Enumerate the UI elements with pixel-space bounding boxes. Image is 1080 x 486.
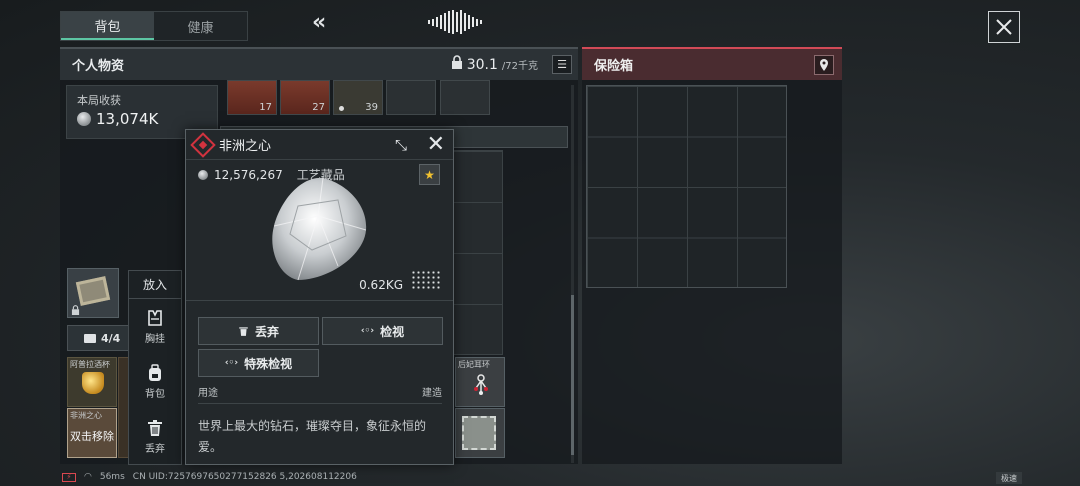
safe-grid[interactable] [586,85,787,288]
item-description: 世界上最大的钻石，璀璨夺目，象征永恒的爱。 [198,419,427,454]
size-grid-icon [411,270,441,290]
diamond-image [272,177,367,281]
scrollbar[interactable] [571,85,574,463]
bag-count: 4/4 [67,325,129,351]
put-backpack-button[interactable]: 背包 [129,354,181,409]
circuit-board-icon [462,416,496,450]
usage-row: 用途 建造 [198,384,442,404]
put-vest-button[interactable]: 胸挂 [129,299,181,354]
weight-current: 30.1 [466,57,498,73]
collapse-left-icon[interactable]: « [312,10,326,35]
tab-health[interactable]: 健康 [154,12,247,40]
collapse-arrows-icon[interactable]: ⤡ [395,136,407,154]
scrollbar-thumb[interactable] [571,295,574,455]
container-grid[interactable] [453,150,503,355]
inventory-slot[interactable]: 17 [227,80,277,115]
trash-icon [148,419,162,436]
put-into-menu: 放入 胸挂 背包 丢弃 [128,270,182,465]
safe-header: 保险箱 [582,47,842,80]
chip-icon [75,276,111,306]
item-heart-selected[interactable]: 非洲之心 双击移除 [67,408,117,458]
voice-wave-icon[interactable] [428,10,486,34]
double-click-remove: 双击移除 [70,430,114,443]
divider [186,300,453,301]
favorite-star-button[interactable]: ★ [419,164,440,185]
list-icon: ☰ [557,58,567,71]
item-name: 非洲之心 [70,411,102,420]
usage-value: 建造 [422,388,442,399]
tab-backpack[interactable]: 背包 [61,12,154,40]
earring-icon [474,374,488,395]
item-earring[interactable]: 后妃耳环 [455,357,505,407]
close-icon[interactable]: ✕ [427,133,445,157]
slot-count: 17 [259,102,272,113]
coin-icon [77,112,91,126]
inspect-icon: ‹◦› [360,326,375,336]
menu-item-label: 背包 [145,388,165,400]
backpack-icon [149,363,161,381]
trash-icon [239,327,248,336]
safe-title: 保险箱 [594,59,634,74]
inspect-button[interactable]: ‹◦› 检视 [322,317,443,345]
star-icon: ★ [424,167,435,182]
item-name: 后妃耳环 [458,360,490,369]
harvest-label: 本局收获 [77,94,121,107]
close-icon [996,19,1012,35]
vest-icon [148,309,162,326]
lock-icon [451,55,462,69]
wifi-icon: ◠ [84,472,92,482]
inspect-label: 检视 [380,324,405,339]
dot-icon [339,106,344,111]
lock-icon [71,305,80,315]
menu-item-label: 胸挂 [145,333,165,345]
location-pin-icon [820,59,828,71]
item-title: 非洲之心 [219,139,272,154]
inventory-slot-empty[interactable] [440,80,490,115]
discard-button[interactable]: 丢弃 [198,317,319,345]
locate-button[interactable] [814,55,834,75]
bag-count-value: 4/4 [101,331,121,345]
inventory-slot[interactable]: 39 [333,80,383,115]
weight-max: /72千克 [501,61,538,72]
list-view-button[interactable]: ☰ [552,55,572,74]
usage-label: 用途 [198,388,218,399]
weight-indicator: 30.1/72千克 [451,55,538,73]
status-bar: ⚡ ◠ 56ms CN UID:7257697650277152826 5,20… [62,472,357,482]
rarity-gem-icon [190,131,216,158]
inventory-slot[interactable]: 27 [280,80,330,115]
close-button[interactable] [988,11,1020,43]
inspect-icon: ‹◦› [224,358,239,368]
tab-bar: 背包 健康 [60,11,248,41]
special-inspect-label: 特殊检视 [244,356,293,371]
detail-header: 非洲之心 ⤡ ✕ [186,130,453,160]
harvest-value: 13,074K [96,110,159,128]
cup-icon [82,372,104,394]
special-inspect-button[interactable]: ‹◦› 特殊检视 [198,349,319,377]
inventory-slot-empty[interactable] [386,80,436,115]
item-detail-popup: 非洲之心 ⤡ ✕ 12,576,267 工艺藏品 ★ 0.62KG 丢弃 ‹◦›… [185,129,454,465]
equipped-chip-item[interactable] [67,268,119,318]
item-cup[interactable]: 阿普拉酒杯 [67,357,117,407]
ping-value: 56ms [99,472,125,482]
briefcase-icon [84,333,96,343]
speed-badge: 极速 [996,472,1022,484]
slot-count: 27 [312,102,325,113]
menu-title: 放入 [129,271,181,299]
personal-title: 个人物资 [72,59,125,74]
personal-header: 个人物资 30.1/72千克 ☰ [60,47,578,80]
menu-item-label: 丢弃 [145,443,165,455]
item-name: 阿普拉酒杯 [70,360,110,369]
item-circuit-board[interactable] [455,408,505,458]
slot-count: 39 [365,102,378,113]
discard-label: 丢弃 [254,324,279,339]
uid-text: CN UID:7257697650277152826 5,20260811220… [132,472,357,482]
coin-icon [198,169,208,180]
item-weight: 0.62KG [359,278,403,292]
discard-button[interactable]: 丢弃 [129,409,181,464]
battery-icon: ⚡ [62,472,76,482]
